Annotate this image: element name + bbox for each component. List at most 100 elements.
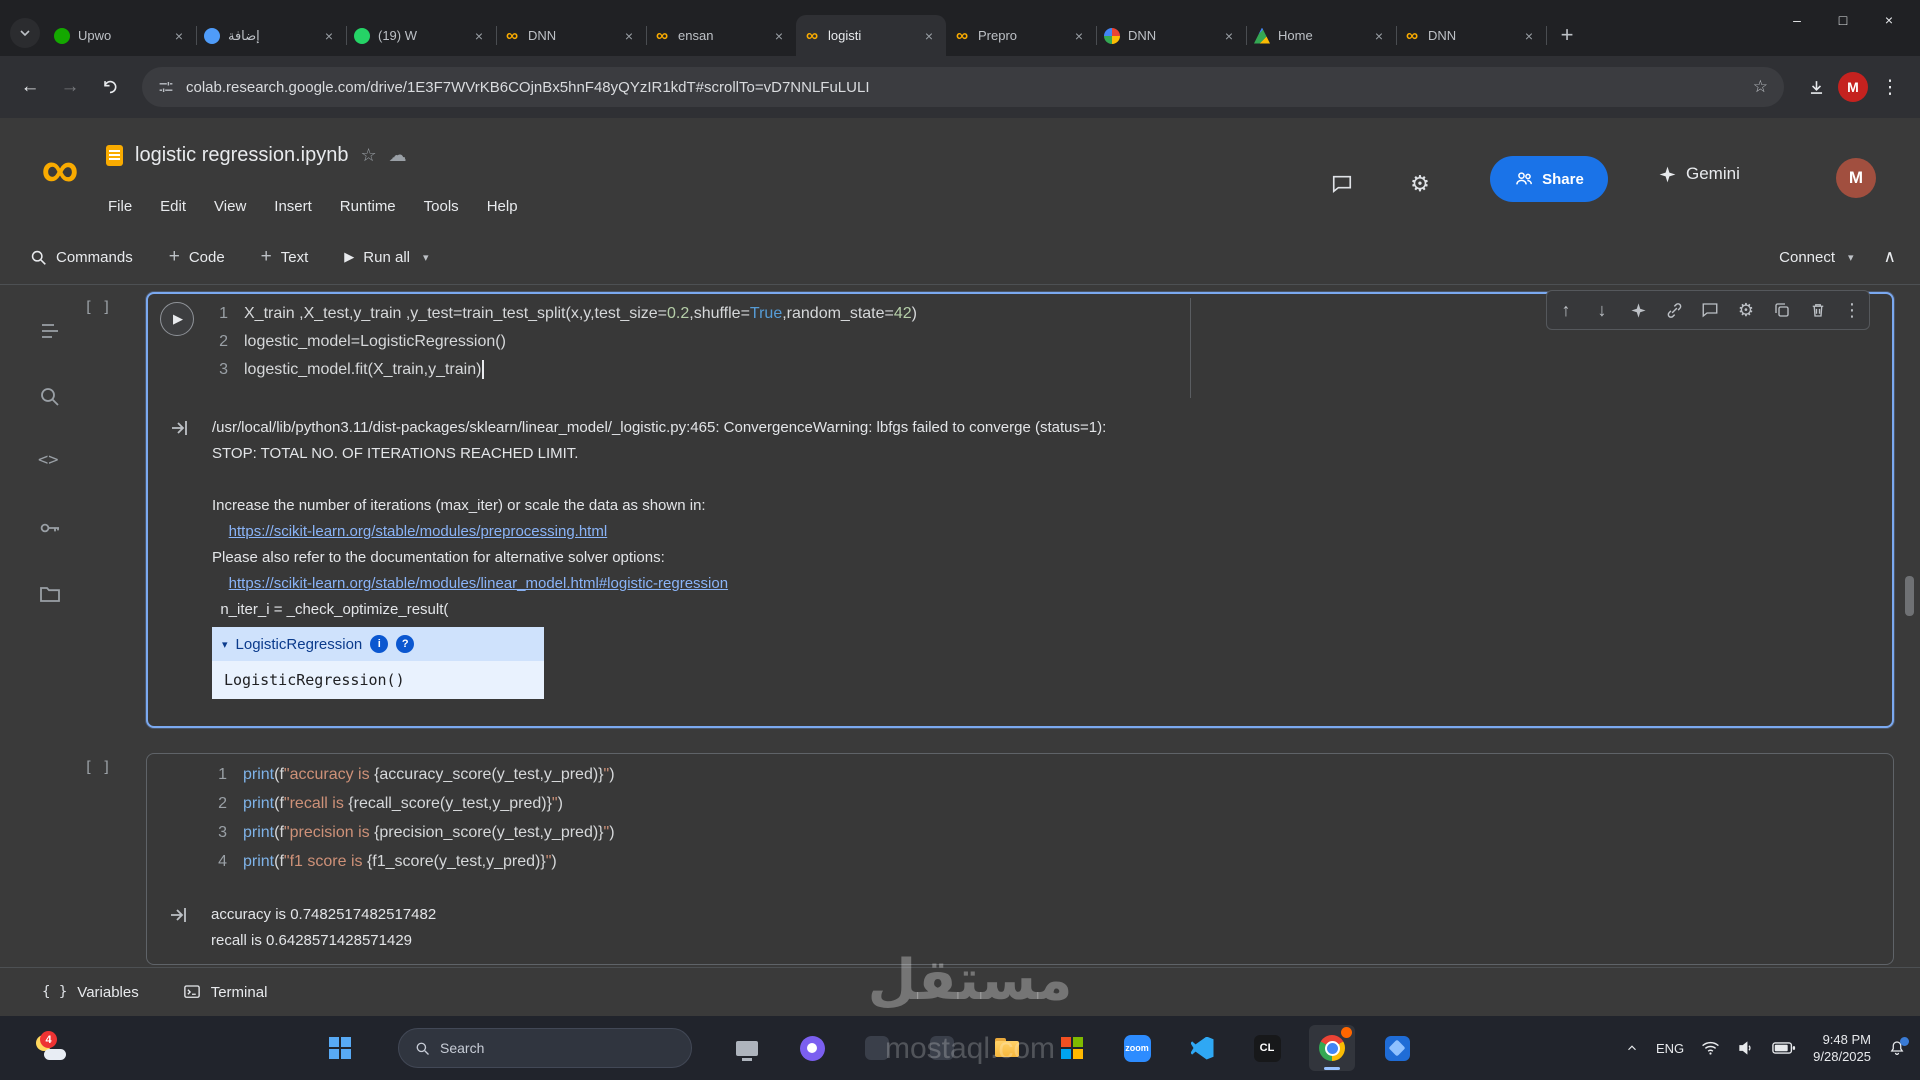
reload-button[interactable] xyxy=(92,69,128,105)
menu-edit[interactable]: Edit xyxy=(160,198,186,215)
browser-tab[interactable]: ∞DNN× xyxy=(496,15,646,56)
code-line[interactable]: 3logestic_model.fit(X_train,y_train) xyxy=(148,356,1872,384)
run-all-button[interactable]: ▶ Run all ▾ xyxy=(344,249,428,266)
add-text-button[interactable]: + Text xyxy=(261,246,309,268)
weather-widget[interactable]: 4 xyxy=(22,1026,78,1070)
tab-close-icon[interactable]: × xyxy=(920,27,938,45)
bookmark-star-icon[interactable]: ☆ xyxy=(1753,77,1768,97)
screen-mirror-icon[interactable] xyxy=(724,1025,770,1071)
tab-close-icon[interactable]: × xyxy=(320,27,338,45)
tab-close-icon[interactable]: × xyxy=(470,27,488,45)
colab-logo[interactable]: ∞ xyxy=(28,142,92,198)
browser-menu-button[interactable]: ⋮ xyxy=(1872,69,1908,105)
browser-tab[interactable]: ∞ensan× xyxy=(646,15,796,56)
cl-app-icon[interactable]: CL xyxy=(1244,1025,1290,1071)
menu-file[interactable]: File xyxy=(108,198,132,215)
menu-tools[interactable]: Tools xyxy=(424,198,459,215)
output-link[interactable]: https://scikit-learn.org/stable/modules/… xyxy=(229,575,728,592)
estimator-help-icon[interactable]: ? xyxy=(396,635,414,653)
taskbar-search[interactable]: Search xyxy=(398,1028,692,1068)
address-bar[interactable]: colab.research.google.com/drive/1E3F7WVr… xyxy=(142,67,1784,107)
code-line[interactable]: 3print(f"precision is {precision_score(y… xyxy=(147,818,1873,847)
language-indicator[interactable]: ENG xyxy=(1656,1041,1684,1056)
colab-profile-avatar[interactable]: M xyxy=(1836,158,1876,198)
window-maximize-button[interactable]: □ xyxy=(1820,0,1866,40)
sidebar-item-code-snippets[interactable]: <> xyxy=(38,450,58,470)
cell2-execution-indicator[interactable]: [ ] xyxy=(84,758,111,776)
chevron-down-icon[interactable]: ▾ xyxy=(222,638,228,651)
code-line[interactable]: 1print(f"accuracy is {accuracy_score(y_t… xyxy=(147,760,1873,789)
hidden-icons-button[interactable] xyxy=(1625,1041,1639,1055)
add-code-button[interactable]: + Code xyxy=(169,246,225,268)
share-button[interactable]: Share xyxy=(1490,156,1608,202)
gemini-button[interactable]: Gemini xyxy=(1658,164,1740,184)
browser-tab[interactable]: ∞Prepro× xyxy=(946,15,1096,56)
commands-button[interactable]: Commands xyxy=(30,249,133,266)
code-line[interactable]: 1X_train ,X_test,y_train ,y_test=train_t… xyxy=(148,300,1872,328)
start-button[interactable] xyxy=(317,1025,363,1071)
vs-code-icon[interactable] xyxy=(1179,1025,1225,1071)
sidebar-item-table-of-contents[interactable] xyxy=(38,319,62,343)
tab-close-icon[interactable]: × xyxy=(1520,27,1538,45)
code-cell-1[interactable]: ▶ ↑ ↓ ⚙ xyxy=(146,292,1894,728)
tab-close-icon[interactable]: × xyxy=(770,27,788,45)
zoom-icon[interactable]: zoom xyxy=(1114,1025,1160,1071)
wifi-icon[interactable] xyxy=(1701,1040,1720,1056)
settings-button[interactable]: ⚙ xyxy=(1402,166,1438,202)
tab-close-icon[interactable]: × xyxy=(620,27,638,45)
notebook-title[interactable]: logistic regression.ipynb xyxy=(135,144,348,167)
estimator-doc-icon[interactable]: i xyxy=(370,635,388,653)
battery-icon[interactable] xyxy=(1772,1041,1796,1055)
browser-tab[interactable]: Upwo× xyxy=(46,15,196,56)
cell1-execution-indicator[interactable]: [ ] xyxy=(84,298,111,316)
terminal-button[interactable]: Terminal xyxy=(183,983,268,1001)
sidebar-item-secrets[interactable] xyxy=(38,516,62,540)
notebook-scrollbar[interactable] xyxy=(1905,576,1914,616)
forward-button[interactable]: → xyxy=(52,69,88,105)
browser-tab[interactable]: إضافة× xyxy=(196,15,346,56)
menu-insert[interactable]: Insert xyxy=(274,198,312,215)
collapse-header-button[interactable]: ∧ xyxy=(1884,247,1896,267)
code-line[interactable]: 2logestic_model=LogisticRegression() xyxy=(148,328,1872,356)
browser-tab[interactable]: ∞logisti× xyxy=(796,15,946,56)
tab-close-icon[interactable]: × xyxy=(1370,27,1388,45)
site-settings-icon[interactable] xyxy=(158,79,174,95)
variables-button[interactable]: { } Variables xyxy=(42,984,139,1001)
browser-tab[interactable]: DNN× xyxy=(1096,15,1246,56)
clock[interactable]: 9:48 PM 9/28/2025 xyxy=(1813,1031,1871,1065)
code-line[interactable]: 2print(f"recall is {recall_score(y_test,… xyxy=(147,789,1873,818)
sidebar-item-files[interactable] xyxy=(38,582,62,606)
chevron-down-icon[interactable]: ▾ xyxy=(423,251,429,264)
browser-tab[interactable]: ∞DNN× xyxy=(1396,15,1546,56)
downloads-button[interactable] xyxy=(1798,69,1834,105)
output-link[interactable]: https://scikit-learn.org/stable/modules/… xyxy=(229,523,608,540)
new-tab-button[interactable]: + xyxy=(1550,18,1584,52)
cell2-code[interactable]: 1print(f"accuracy is {accuracy_score(y_t… xyxy=(147,760,1873,876)
connect-button[interactable]: Connect ▾ xyxy=(1779,249,1853,266)
code-cell-2[interactable]: 1print(f"accuracy is {accuracy_score(y_t… xyxy=(146,753,1894,965)
browser-tab[interactable]: Home× xyxy=(1246,15,1396,56)
window-minimize-button[interactable]: – xyxy=(1774,0,1820,40)
estimator-repr[interactable]: LogisticRegression() xyxy=(212,661,544,699)
code-line[interactable]: 4print(f"f1 score is {f1_score(y_test,y_… xyxy=(147,847,1873,876)
sidebar-item-find-replace[interactable] xyxy=(38,385,62,409)
photos-icon[interactable] xyxy=(1374,1025,1420,1071)
cell1-code[interactable]: 1X_train ,X_test,y_train ,y_test=train_t… xyxy=(148,300,1872,384)
tab-close-icon[interactable]: × xyxy=(1220,27,1238,45)
back-button[interactable]: ← xyxy=(12,69,48,105)
comments-button[interactable] xyxy=(1324,166,1360,202)
menu-help[interactable]: Help xyxy=(487,198,518,215)
window-close-button[interactable]: × xyxy=(1866,0,1912,40)
browser-tab[interactable]: (19) W× xyxy=(346,15,496,56)
menu-view[interactable]: View xyxy=(214,198,246,215)
browser-profile-avatar[interactable]: M xyxy=(1838,72,1868,102)
tab-close-icon[interactable]: × xyxy=(1070,27,1088,45)
star-notebook-icon[interactable]: ☆ xyxy=(360,145,376,166)
notification-center-button[interactable] xyxy=(1888,1039,1906,1057)
volume-icon[interactable] xyxy=(1737,1039,1755,1057)
chrome-icon[interactable] xyxy=(1309,1025,1355,1071)
estimator-header[interactable]: ▾ LogisticRegression i ? xyxy=(212,627,544,661)
tab-search-button[interactable] xyxy=(10,18,40,48)
menu-runtime[interactable]: Runtime xyxy=(340,198,396,215)
tab-close-icon[interactable]: × xyxy=(170,27,188,45)
